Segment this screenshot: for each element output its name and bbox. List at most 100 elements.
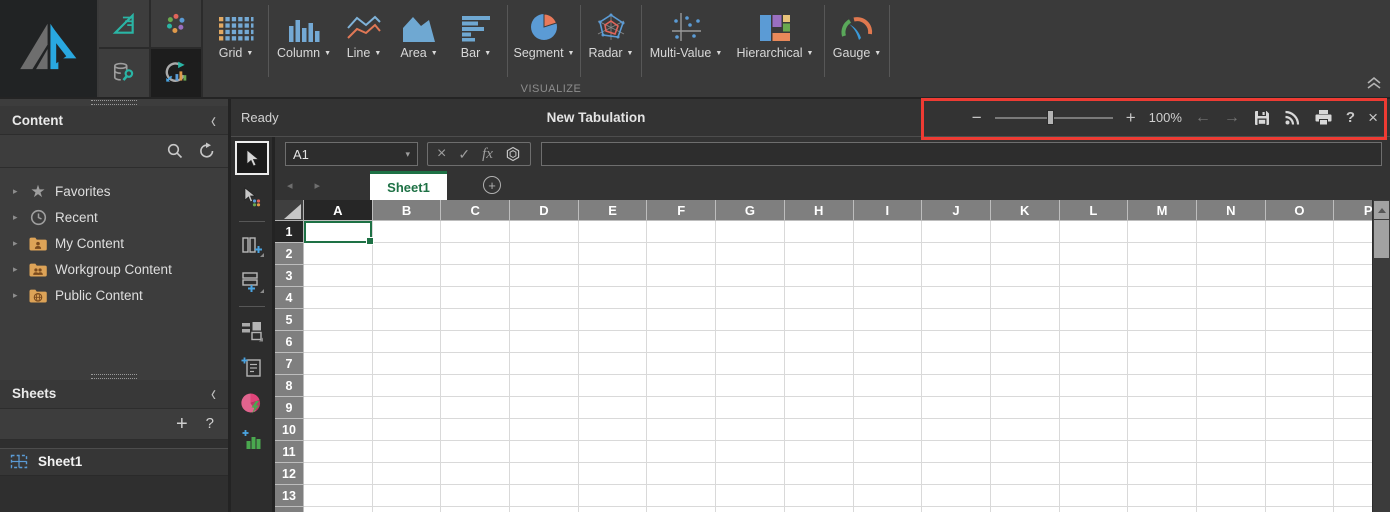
grid-cell-O13[interactable]: [1266, 485, 1335, 507]
grid-cell-M11[interactable]: [1128, 441, 1197, 463]
grid-cell-D8[interactable]: [510, 375, 579, 397]
expand-chevron-icon[interactable]: ▸: [13, 238, 26, 249]
grid-cell-F10[interactable]: [647, 419, 716, 441]
pointer-tool-button[interactable]: [235, 141, 269, 175]
expand-chevron-icon[interactable]: ▸: [13, 186, 26, 197]
grid-cell-B9[interactable]: [373, 397, 442, 419]
grid-cell-D10[interactable]: [510, 419, 579, 441]
sheets-panel-drag-handle[interactable]: [0, 373, 228, 380]
grid-cell-J11[interactable]: [922, 441, 991, 463]
row-header-9[interactable]: 9: [275, 397, 304, 419]
grid-cell-M10[interactable]: [1128, 419, 1197, 441]
row-header-3[interactable]: 3: [275, 265, 304, 287]
grid-cell-C3[interactable]: [441, 265, 510, 287]
grid-cell-C13[interactable]: [441, 485, 510, 507]
grid-cell-E11[interactable]: [579, 441, 648, 463]
grid-cell-A4[interactable]: [304, 287, 373, 309]
grid-cell-O2[interactable]: [1266, 243, 1335, 265]
ribbon-item-multi-value[interactable]: Multi-Value▼: [644, 0, 728, 60]
grid-cell-E7[interactable]: [579, 353, 648, 375]
mode-explore-button[interactable]: [151, 0, 201, 47]
grid-cell-A3[interactable]: [304, 265, 373, 287]
grid-cell-H3[interactable]: [785, 265, 854, 287]
grid-cell-E2[interactable]: [579, 243, 648, 265]
ribbon-item-bar[interactable]: Bar▼: [447, 0, 505, 60]
grid-cell-I14[interactable]: [854, 507, 923, 512]
grid-cell-O14[interactable]: [1266, 507, 1335, 512]
grid-cell-N10[interactable]: [1197, 419, 1266, 441]
grid-cell-N4[interactable]: [1197, 287, 1266, 309]
grid-cell-D4[interactable]: [510, 287, 579, 309]
app-logo[interactable]: [0, 0, 97, 97]
grid-cell-B5[interactable]: [373, 309, 442, 331]
grid-cell-B4[interactable]: [373, 287, 442, 309]
grid-cell-L11[interactable]: [1060, 441, 1129, 463]
grid-cell-A12[interactable]: [304, 463, 373, 485]
grid-cell-A11[interactable]: [304, 441, 373, 463]
tree-item-favorites[interactable]: ▸ ★ Favorites: [0, 178, 228, 204]
add-sheet-button[interactable]: +: [176, 414, 188, 434]
grid-cell-K7[interactable]: [991, 353, 1060, 375]
grid-cell-J6[interactable]: [922, 331, 991, 353]
grid-cell-L8[interactable]: [1060, 375, 1129, 397]
grid-cell-M12[interactable]: [1128, 463, 1197, 485]
row-header-4[interactable]: 4: [275, 287, 304, 309]
grid-cell-B10[interactable]: [373, 419, 442, 441]
grid-cell-F5[interactable]: [647, 309, 716, 331]
grid-cell-B3[interactable]: [373, 265, 442, 287]
grid-cell-G12[interactable]: [716, 463, 785, 485]
grid-cell-M3[interactable]: [1128, 265, 1197, 287]
grid-cell-N2[interactable]: [1197, 243, 1266, 265]
grid-cell-K9[interactable]: [991, 397, 1060, 419]
grid-cell-O10[interactable]: [1266, 419, 1335, 441]
grid-cell-B1[interactable]: [373, 221, 442, 243]
grid-cell-G8[interactable]: [716, 375, 785, 397]
ribbon-item-grid[interactable]: Grid▼: [206, 0, 266, 60]
grid-cell-G13[interactable]: [716, 485, 785, 507]
quick-chart-tool-button[interactable]: [235, 387, 269, 419]
collapse-sheets-panel-button[interactable]: ‹: [211, 382, 216, 405]
column-header-O[interactable]: O: [1266, 200, 1335, 221]
grid-cell-O4[interactable]: [1266, 287, 1335, 309]
grid-cell-H8[interactable]: [785, 375, 854, 397]
insert-row-tool-button[interactable]: [235, 266, 269, 298]
ribbon-item-line[interactable]: Line▼: [337, 0, 391, 60]
tree-item-my-content[interactable]: ▸ My Content: [0, 230, 228, 256]
grid-cell-O12[interactable]: [1266, 463, 1335, 485]
grid-cell-E5[interactable]: [579, 309, 648, 331]
ribbon-item-segment[interactable]: Segment▼: [510, 0, 578, 60]
grid-cell-E4[interactable]: [579, 287, 648, 309]
grid-cell-G6[interactable]: [716, 331, 785, 353]
grid-cell-L10[interactable]: [1060, 419, 1129, 441]
grid-cell-J13[interactable]: [922, 485, 991, 507]
grid-cell-N12[interactable]: [1197, 463, 1266, 485]
tree-item-workgroup-content[interactable]: ▸ Workgroup Content: [0, 256, 228, 282]
grid-cell-K3[interactable]: [991, 265, 1060, 287]
grid-cell-D3[interactable]: [510, 265, 579, 287]
grid-cell-L4[interactable]: [1060, 287, 1129, 309]
row-header-1[interactable]: 1: [275, 221, 304, 243]
grid-cell-M7[interactable]: [1128, 353, 1197, 375]
grid-cell-H13[interactable]: [785, 485, 854, 507]
grid-cell-E3[interactable]: [579, 265, 648, 287]
sheet-list-item-sheet1[interactable]: Sheet1: [0, 448, 228, 476]
grid-cell-I11[interactable]: [854, 441, 923, 463]
grid-cell-O11[interactable]: [1266, 441, 1335, 463]
grid-cell-I13[interactable]: [854, 485, 923, 507]
insert-column-tool-button[interactable]: [235, 230, 269, 262]
grid-cell-G9[interactable]: [716, 397, 785, 419]
grid-cell-I7[interactable]: [854, 353, 923, 375]
grid-cell-N5[interactable]: [1197, 309, 1266, 331]
grid-cell-A14[interactable]: [304, 507, 373, 512]
grid-cell-A8[interactable]: [304, 375, 373, 397]
column-header-N[interactable]: N: [1197, 200, 1266, 221]
grid-cell-F7[interactable]: [647, 353, 716, 375]
expand-chevron-icon[interactable]: ▸: [13, 290, 26, 301]
ribbon-item-gauge[interactable]: Gauge▼: [827, 0, 887, 60]
undo-button[interactable]: ←: [1195, 110, 1211, 126]
collapse-content-panel-button[interactable]: ‹: [211, 109, 216, 132]
grid-cell-D12[interactable]: [510, 463, 579, 485]
print-icon[interactable]: [1314, 109, 1333, 126]
grid-cell-J5[interactable]: [922, 309, 991, 331]
grid-cell-O3[interactable]: [1266, 265, 1335, 287]
